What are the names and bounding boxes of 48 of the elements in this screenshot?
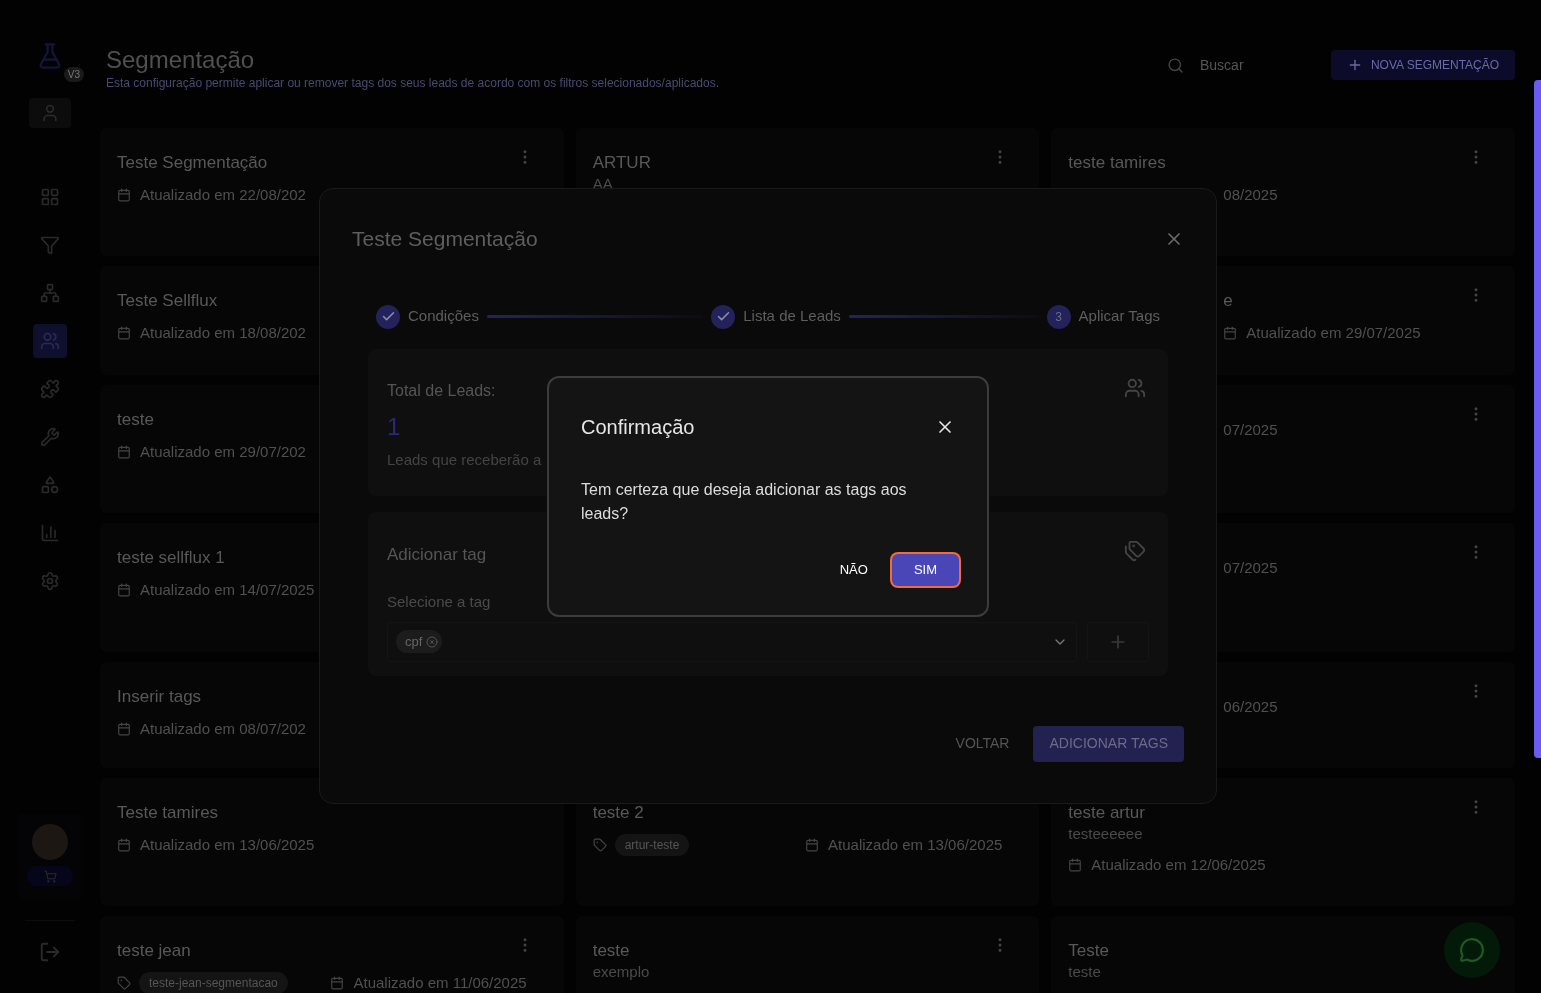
updated-date: Atualizado em 22/08/202 <box>140 185 306 205</box>
card-title: teste artur <box>1068 802 1145 824</box>
updated-date: Atualizado em 29/07/2025 <box>1246 323 1421 343</box>
updated-date: 07/2025 <box>1223 420 1278 440</box>
card-title: teste <box>117 409 154 431</box>
card-title: teste tamires <box>1068 152 1166 174</box>
tag-chip-label: cpf <box>405 632 423 651</box>
updated-date: Atualizado em 13/06/2025 <box>140 835 315 855</box>
card-title: teste <box>592 940 630 962</box>
version-badge: V3 <box>63 67 84 82</box>
step-label: Aplicar Tags <box>1078 306 1160 327</box>
card-title: teste sellflux 1 <box>117 547 225 569</box>
field-label: Selecione a tag <box>387 592 491 612</box>
step-label: Lista de Leads <box>743 306 841 327</box>
updated-date: Atualizado em 29/07/202 <box>140 442 306 462</box>
card-title: e <box>1223 290 1233 312</box>
card-description: testeeeeee <box>1068 824 1143 844</box>
updated-date: Atualizado em 08/07/202 <box>140 719 306 739</box>
step-label: Condições <box>408 306 479 327</box>
page-subtitle: Esta configuração permite aplicar ou remover tags dos seus leads de acordo com os filtros selecionados/aplicados. <box>106 75 719 92</box>
card-title: Teste <box>1068 940 1109 962</box>
updated-date: Atualizado em 11/06/2025 <box>353 973 527 993</box>
confirm-message: Tem certeza que deseja adicionar as tags aos leads? <box>581 480 908 524</box>
tag-chip: teste-jean-segmentacao <box>139 972 288 993</box>
card-title: Teste Sellflux <box>117 290 218 312</box>
add-tag-title: Adicionar tag <box>387 543 487 566</box>
updated-date: 07/2025 <box>1223 558 1278 578</box>
total-leads-count: 1 <box>387 411 401 442</box>
updated-date: Atualizado em 14/07/2025 <box>140 580 315 600</box>
confirm-title: Confirmação <box>581 415 695 440</box>
card-description: exemplo <box>592 962 650 982</box>
step-number: 3 <box>1046 304 1071 329</box>
tag-chip: artur-teste <box>614 834 690 857</box>
updated-date: Atualizado em 18/08/202 <box>140 323 306 343</box>
page-title: Segmentação <box>106 46 255 74</box>
card-title: Teste tamires <box>117 802 219 824</box>
card-title: teste jean <box>117 940 191 962</box>
total-leads-label: Total de Leads: <box>387 380 496 401</box>
updated-date: Atualizado em 13/06/2025 <box>828 835 1003 855</box>
card-title: teste 2 <box>592 802 644 824</box>
card-title: ARTUR <box>592 152 651 174</box>
updated-date: Atualizado em 12/06/2025 <box>1091 855 1266 875</box>
card-title: Teste Segmentação <box>117 152 268 174</box>
card-title: Inserir tags <box>117 686 202 708</box>
dialog-title: Teste Segmentação <box>352 226 538 252</box>
updated-date: 08/2025 <box>1223 185 1278 205</box>
card-description: teste <box>1068 962 1101 982</box>
updated-date: 06/2025 <box>1223 697 1278 717</box>
